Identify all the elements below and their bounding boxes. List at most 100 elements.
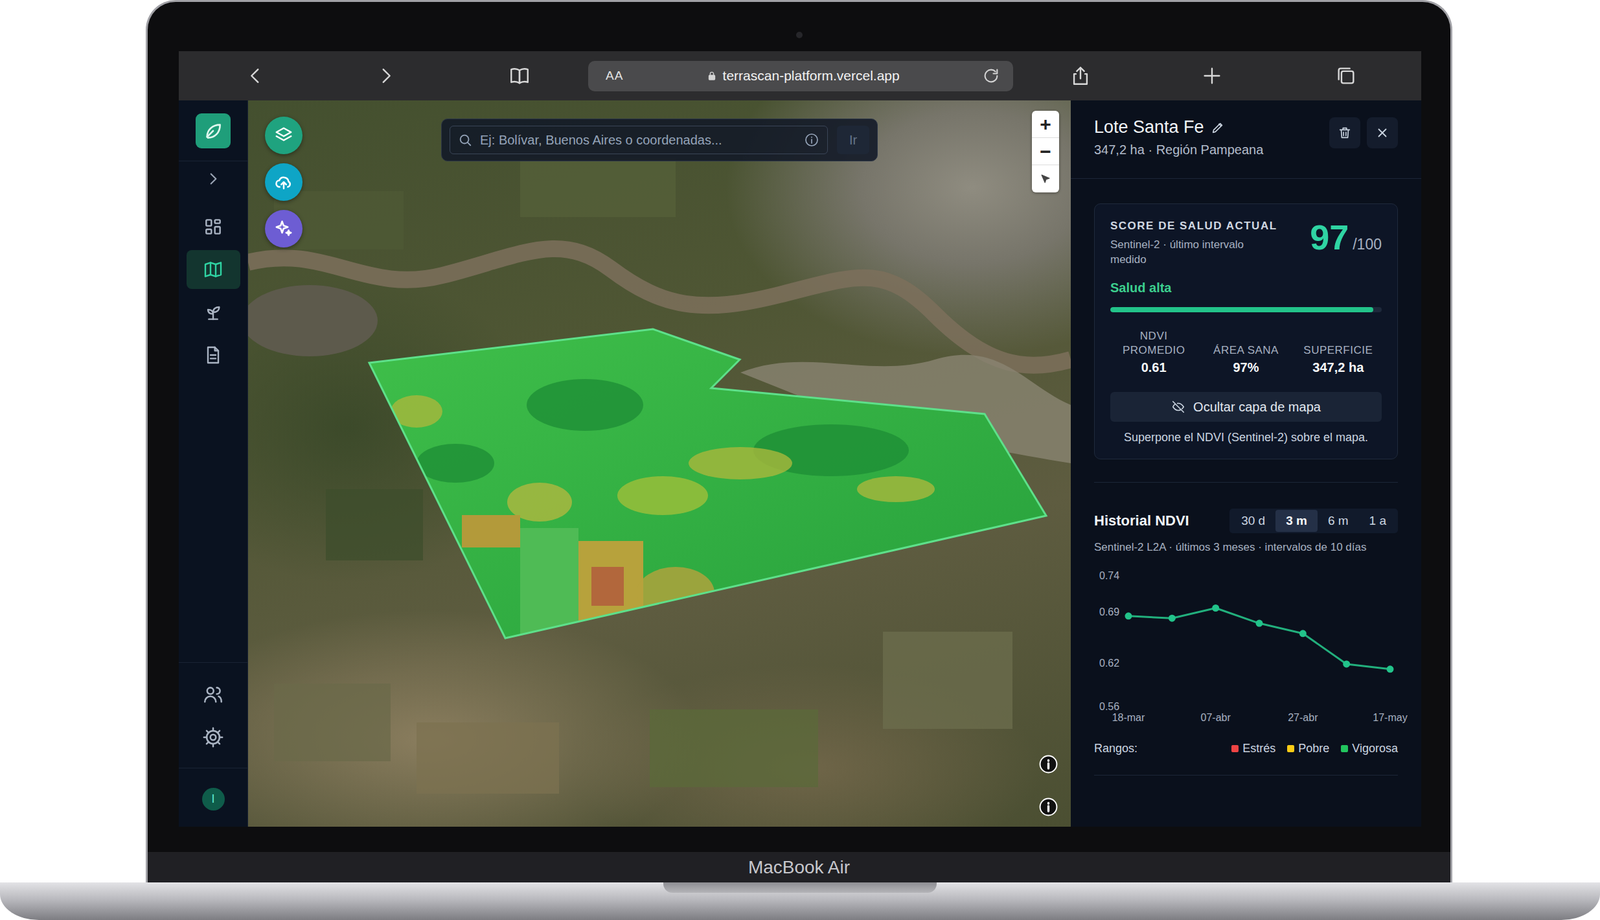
toolbar-button[interactable] bbox=[506, 64, 533, 87]
score-info: SCORE DE SALUD ACTUALSentinel-2 · último… bbox=[1110, 219, 1278, 268]
sidebar-item[interactable] bbox=[186, 335, 241, 375]
stat-value: 97% bbox=[1232, 360, 1259, 376]
bookmarks-icon bbox=[508, 64, 531, 87]
layers-icon bbox=[274, 125, 294, 146]
toggle-layer-button[interactable]: Ocultar capa de mapa bbox=[1110, 391, 1382, 422]
range-tab[interactable]: 1 a bbox=[1359, 509, 1397, 532]
sidebar-bottom bbox=[178, 662, 248, 749]
legend-label: Pobre bbox=[1298, 741, 1330, 756]
line-segment bbox=[1346, 663, 1391, 670]
info-icon bbox=[1038, 796, 1059, 817]
zoom-in-button[interactable]: + bbox=[1031, 110, 1060, 138]
zoom-out-button[interactable]: − bbox=[1031, 137, 1060, 166]
score-row: SCORE DE SALUD ACTUALSentinel-2 · último… bbox=[1110, 219, 1382, 268]
reader-button[interactable]: AA bbox=[605, 68, 624, 83]
legend-item: Pobre bbox=[1287, 741, 1330, 756]
attribution-button[interactable] bbox=[1038, 754, 1059, 777]
logo-area bbox=[178, 100, 248, 162]
close-icon bbox=[1375, 125, 1390, 140]
sidebar-item[interactable] bbox=[186, 250, 241, 289]
stat: SUPERFICIE347,2 ha bbox=[1294, 329, 1382, 376]
url-text: terrascan-platform.vercel.app bbox=[722, 68, 900, 84]
reset-bearing-button[interactable] bbox=[1031, 165, 1060, 193]
sidebar-item[interactable] bbox=[186, 292, 241, 332]
navigation-arrow-icon bbox=[1039, 172, 1052, 186]
back-arrow-icon bbox=[244, 64, 267, 87]
score-max: /100 bbox=[1352, 235, 1382, 254]
toolbar-button[interactable] bbox=[1333, 64, 1360, 87]
line-segment bbox=[1302, 633, 1347, 664]
laptop-base bbox=[0, 882, 1600, 920]
sidebar: I bbox=[178, 100, 249, 827]
line-segment bbox=[1215, 608, 1260, 624]
address-bar[interactable]: AA terrascan-platform.vercel.app bbox=[588, 60, 1014, 92]
header-actions bbox=[1329, 117, 1398, 149]
search-input[interactable] bbox=[480, 132, 797, 148]
range-tab[interactable]: 30 d bbox=[1230, 509, 1276, 532]
dashboard-icon bbox=[202, 216, 224, 238]
legend-swatch bbox=[1287, 744, 1295, 753]
map-icon bbox=[202, 259, 224, 280]
data-point[interactable] bbox=[1299, 629, 1307, 637]
panel-header: Lote Santa Fe347,2 ha · Región Pampeana bbox=[1070, 100, 1422, 179]
data-point[interactable] bbox=[1168, 614, 1176, 622]
line-segment bbox=[1128, 616, 1172, 618]
legend-item: Vigorosa bbox=[1340, 741, 1398, 756]
info-icon bbox=[803, 132, 820, 148]
browser-toolbar: AA terrascan-platform.vercel.app bbox=[178, 51, 1422, 101]
logo[interactable] bbox=[195, 113, 231, 149]
upload-button[interactable] bbox=[264, 163, 303, 201]
data-point[interactable] bbox=[1256, 619, 1264, 628]
legend-items: Estrés Pobre Vigorosa bbox=[1231, 741, 1398, 756]
sidebar-item[interactable] bbox=[186, 207, 241, 247]
chevron-right-icon bbox=[204, 170, 222, 188]
range-tabs: 30 d3 m6 m1 a bbox=[1229, 508, 1398, 534]
layer-caption: Superpone el NDVI (Sentinel-2) sobre el … bbox=[1110, 430, 1382, 445]
range-tab[interactable]: 3 m bbox=[1275, 509, 1318, 532]
toolbar-button[interactable] bbox=[1067, 64, 1094, 87]
map-view[interactable]: Ir +− bbox=[248, 100, 1071, 827]
data-point[interactable] bbox=[1386, 665, 1395, 673]
ndvi-overlay[interactable] bbox=[369, 329, 1047, 639]
stat-label: NDVI PROMEDIO bbox=[1118, 329, 1190, 358]
layers-button[interactable] bbox=[264, 116, 303, 155]
sidebar-nav bbox=[186, 207, 241, 375]
data-point[interactable] bbox=[1125, 612, 1133, 620]
sprout-icon bbox=[202, 301, 224, 323]
toolbar-button[interactable] bbox=[1199, 64, 1225, 87]
y-tick: 0.74 bbox=[1099, 570, 1120, 582]
search-go-button[interactable]: Ir bbox=[836, 125, 870, 155]
sidebar-button[interactable] bbox=[202, 683, 225, 706]
line-segment bbox=[1259, 623, 1303, 634]
x-tick: 18-mar bbox=[1112, 711, 1146, 723]
user-avatar[interactable]: I bbox=[202, 787, 225, 811]
toolbar-button[interactable] bbox=[373, 64, 400, 87]
data-point[interactable] bbox=[1342, 660, 1350, 668]
range-tab[interactable]: 6 m bbox=[1317, 509, 1360, 532]
close-button[interactable] bbox=[1366, 117, 1398, 149]
delete-button[interactable] bbox=[1329, 117, 1361, 149]
toolbar-button[interactable] bbox=[242, 64, 269, 87]
health-fill bbox=[1110, 307, 1374, 313]
forward-arrow-icon bbox=[375, 64, 398, 87]
sparkle-button[interactable] bbox=[264, 209, 303, 248]
health-track bbox=[1110, 307, 1382, 313]
base-notch bbox=[663, 882, 937, 893]
data-point[interactable] bbox=[1211, 604, 1220, 612]
divider bbox=[1094, 774, 1398, 776]
sidebar-button[interactable] bbox=[202, 726, 225, 749]
edit-button[interactable] bbox=[1210, 120, 1225, 135]
reload-button[interactable] bbox=[982, 66, 1001, 85]
expand-button[interactable] bbox=[204, 170, 222, 188]
legend-label: Estrés bbox=[1242, 741, 1276, 756]
x-tick: 17-may bbox=[1372, 711, 1407, 723]
ndvi-chart: 0.740.690.620.5618-mar07-abr27-abr17-may bbox=[1094, 564, 1399, 728]
eye-off-icon bbox=[1171, 399, 1186, 414]
attribution-button[interactable] bbox=[1038, 796, 1059, 820]
lock-icon bbox=[706, 69, 718, 82]
history-header: Historial NDVI 30 d3 m6 m1 a bbox=[1094, 508, 1398, 534]
history-title: Historial NDVI bbox=[1094, 512, 1190, 530]
search-bar: Ir bbox=[441, 118, 878, 162]
cloud-upload-icon bbox=[274, 172, 294, 192]
bezel-chin: MacBook Air bbox=[147, 826, 1451, 883]
